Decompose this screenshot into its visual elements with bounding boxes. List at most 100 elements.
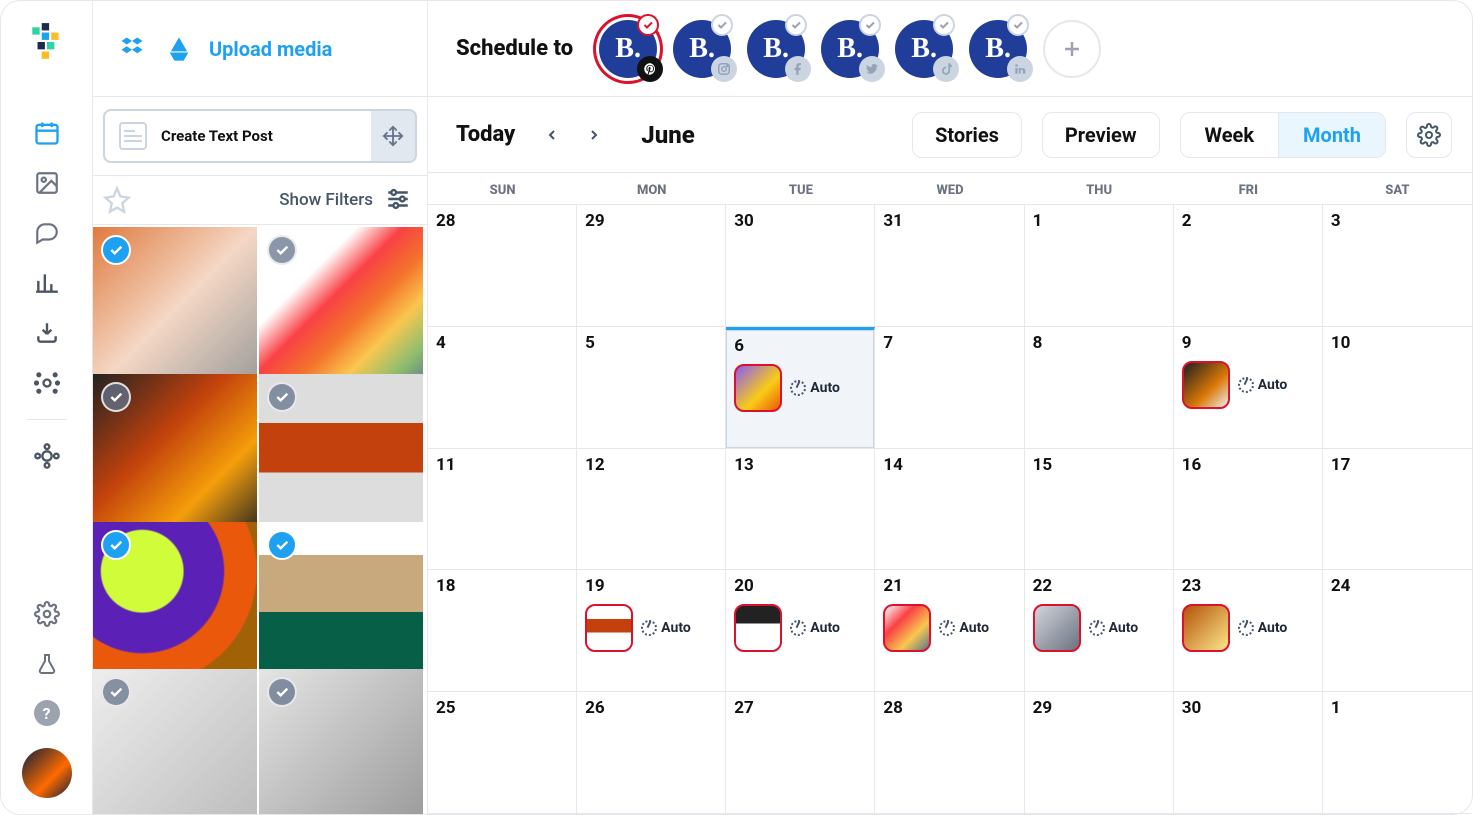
auto-clock-icon: [1089, 620, 1105, 636]
preview-button[interactable]: Preview: [1042, 112, 1160, 158]
scheduled-post[interactable]: Auto: [1182, 361, 1314, 409]
calendar-cell[interactable]: 11: [428, 449, 577, 571]
media-library-item[interactable]: [93, 374, 257, 538]
calendar-cell[interactable]: 21Auto: [875, 570, 1024, 692]
calendar-cell[interactable]: 27: [726, 692, 875, 814]
view-month-button[interactable]: Month: [1279, 113, 1385, 157]
calendar-cell[interactable]: 7: [875, 327, 1024, 449]
nav-help-icon[interactable]: ?: [34, 700, 60, 726]
dropbox-icon[interactable]: [117, 33, 149, 65]
calendar-cell[interactable]: 28: [428, 205, 577, 327]
social-account-twitter[interactable]: B.: [821, 20, 879, 78]
media-library-item[interactable]: [259, 522, 423, 686]
calendar-settings-button[interactable]: [1406, 112, 1452, 158]
calendar-cell[interactable]: 26: [577, 692, 726, 814]
calendar-cell[interactable]: 12: [577, 449, 726, 571]
media-library-item[interactable]: [93, 669, 257, 814]
calendar-cell[interactable]: 5: [577, 327, 726, 449]
day-number: 28: [436, 211, 568, 231]
nav-conversations-icon[interactable]: [33, 219, 61, 247]
google-drive-icon[interactable]: [163, 33, 195, 65]
calendar-cell[interactable]: 2: [1174, 205, 1323, 327]
calendar-cell[interactable]: 17: [1323, 449, 1472, 571]
show-filters-button[interactable]: Show Filters: [279, 190, 373, 210]
day-number: 30: [1182, 698, 1314, 718]
calendar-cell[interactable]: 19Auto: [577, 570, 726, 692]
calendar-cell[interactable]: 9Auto: [1174, 327, 1323, 449]
media-library-item[interactable]: [259, 669, 423, 814]
post-thumbnail: [585, 604, 633, 652]
today-button[interactable]: Today: [456, 122, 515, 147]
calendar-cell[interactable]: 24: [1323, 570, 1472, 692]
media-select-check-icon[interactable]: [267, 677, 297, 707]
view-week-button[interactable]: Week: [1181, 113, 1279, 157]
add-account-button[interactable]: [1043, 20, 1101, 78]
calendar-cell[interactable]: 29: [577, 205, 726, 327]
social-account-tiktok[interactable]: B.: [895, 20, 953, 78]
calendar-cell[interactable]: 4: [428, 327, 577, 449]
next-month-button[interactable]: [577, 118, 611, 152]
nav-analytics-icon[interactable]: [33, 269, 61, 297]
day-number: 1: [1033, 211, 1165, 231]
scheduled-post[interactable]: Auto: [1182, 604, 1314, 652]
calendar-cell[interactable]: 16: [1174, 449, 1323, 571]
calendar-cell[interactable]: 31: [875, 205, 1024, 327]
media-library-item[interactable]: [93, 227, 257, 391]
scheduled-post[interactable]: Auto: [734, 604, 866, 652]
nav-linkinbio-icon[interactable]: [33, 369, 61, 397]
calendar-cell[interactable]: 14: [875, 449, 1024, 571]
calendar-cell[interactable]: 28: [875, 692, 1024, 814]
calendar-cell[interactable]: 30: [726, 205, 875, 327]
calendar-cell[interactable]: 23Auto: [1174, 570, 1323, 692]
day-header: SAT: [1323, 173, 1472, 204]
calendar-cell[interactable]: 30: [1174, 692, 1323, 814]
calendar-cell[interactable]: 13: [726, 449, 875, 571]
calendar-cell[interactable]: 3: [1323, 205, 1472, 327]
calendar-cell[interactable]: 6Auto: [726, 327, 875, 449]
nav-media-icon[interactable]: [33, 169, 61, 197]
calendar-cell[interactable]: 1: [1323, 692, 1472, 814]
user-avatar[interactable]: [22, 748, 72, 798]
nav-collect-icon[interactable]: [33, 319, 61, 347]
calendar-cell[interactable]: 18: [428, 570, 577, 692]
scheduled-post[interactable]: Auto: [734, 364, 866, 412]
stories-button[interactable]: Stories: [912, 112, 1022, 158]
calendar-cell[interactable]: 1: [1025, 205, 1174, 327]
media-select-check-icon[interactable]: [101, 382, 131, 412]
media-library-item[interactable]: [259, 374, 423, 538]
media-select-check-icon[interactable]: [267, 382, 297, 412]
media-select-check-icon[interactable]: [267, 530, 297, 560]
social-account-instagram[interactable]: B.: [673, 20, 731, 78]
scheduled-post[interactable]: Auto: [1033, 604, 1165, 652]
favorites-star-icon[interactable]: [103, 186, 131, 214]
nav-calendar-icon[interactable]: [33, 119, 61, 147]
calendar-cell[interactable]: 8: [1025, 327, 1174, 449]
nav-groups-icon[interactable]: [33, 442, 61, 470]
media-library-item[interactable]: [259, 227, 423, 391]
create-text-post-button[interactable]: Create Text Post: [103, 109, 417, 163]
calendar-cell[interactable]: 15: [1025, 449, 1174, 571]
scheduled-post[interactable]: Auto: [883, 604, 1015, 652]
app-logo[interactable]: [24, 19, 70, 65]
calendar-cell[interactable]: 10: [1323, 327, 1472, 449]
social-account-pinterest[interactable]: B.: [599, 20, 657, 78]
media-select-check-icon[interactable]: [101, 677, 131, 707]
nav-settings-icon[interactable]: [33, 600, 61, 628]
social-account-facebook[interactable]: B.: [747, 20, 805, 78]
social-account-linkedin[interactable]: B.: [969, 20, 1027, 78]
nav-labs-icon[interactable]: [33, 650, 61, 678]
media-select-check-icon[interactable]: [101, 530, 131, 560]
media-library-grid: [93, 225, 427, 814]
media-library-item[interactable]: [93, 522, 257, 686]
drag-handle-icon[interactable]: [371, 111, 415, 161]
calendar-cell[interactable]: 25: [428, 692, 577, 814]
calendar-cell[interactable]: 29: [1025, 692, 1174, 814]
media-select-check-icon[interactable]: [101, 235, 131, 265]
scheduled-post[interactable]: Auto: [585, 604, 717, 652]
upload-media-button[interactable]: Upload media: [209, 37, 332, 61]
filter-sliders-icon[interactable]: [385, 186, 413, 214]
calendar-cell[interactable]: 20Auto: [726, 570, 875, 692]
media-select-check-icon[interactable]: [267, 235, 297, 265]
prev-month-button[interactable]: [535, 118, 569, 152]
calendar-cell[interactable]: 22Auto: [1025, 570, 1174, 692]
